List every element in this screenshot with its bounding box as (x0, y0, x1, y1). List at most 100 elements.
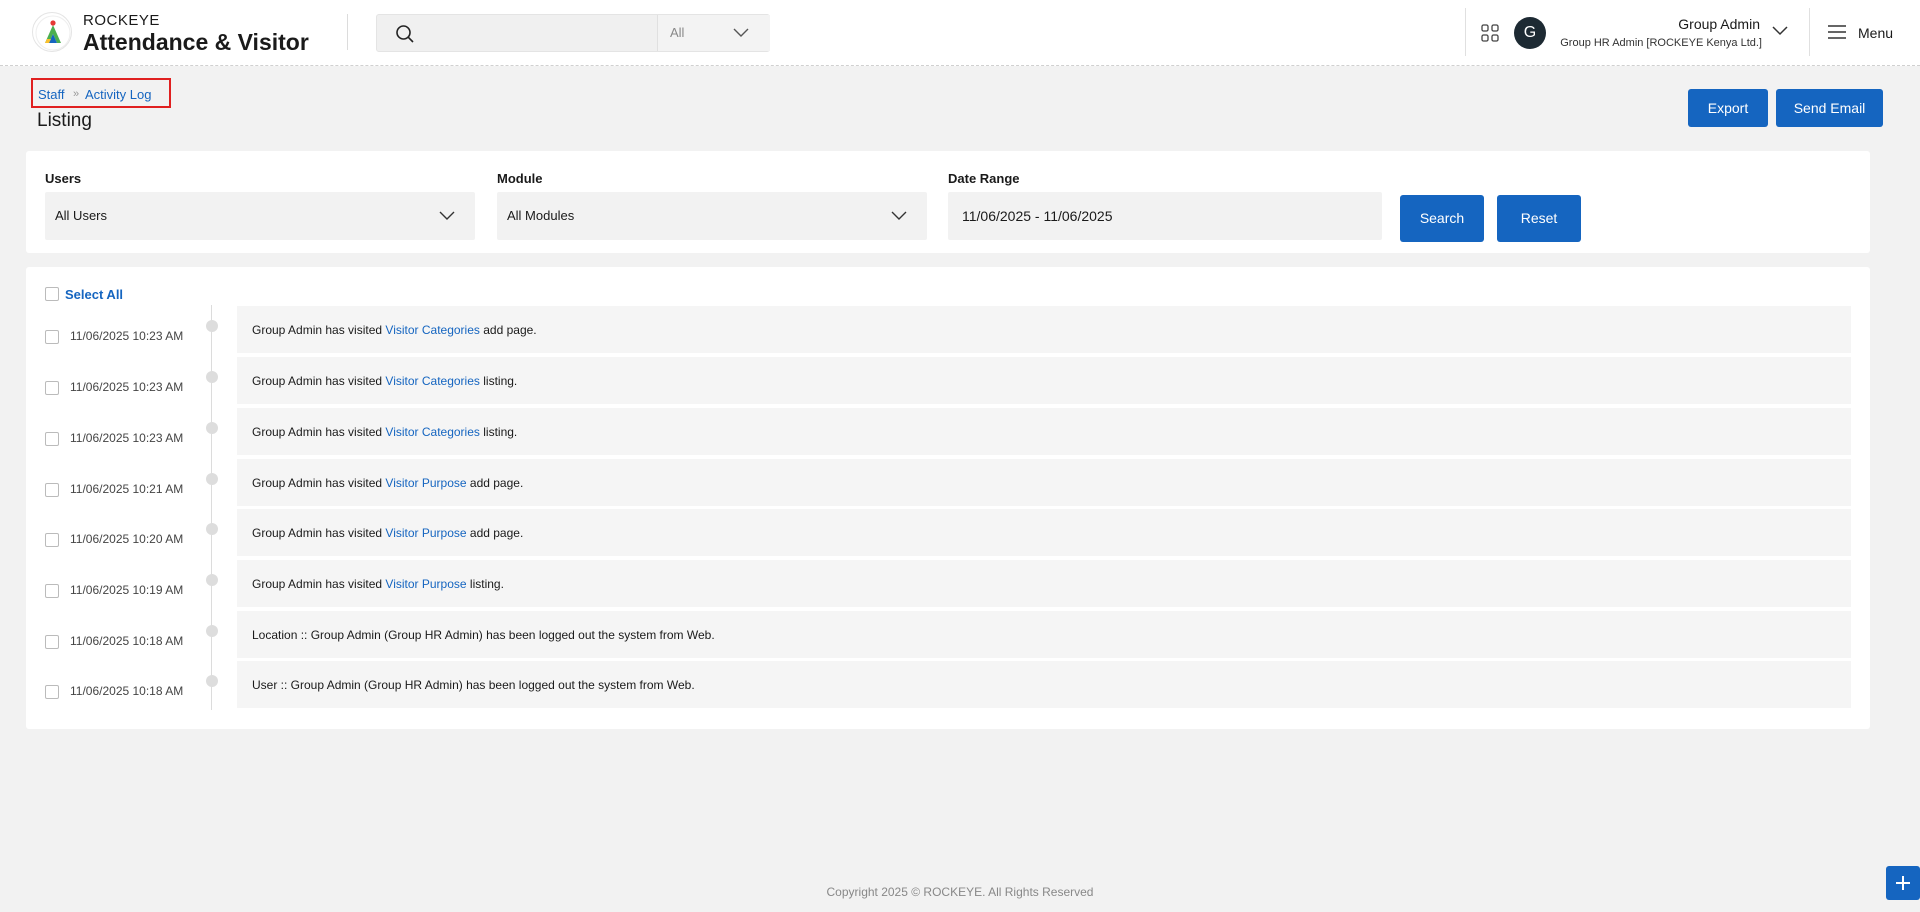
log-entry-link[interactable]: Visitor Purpose (385, 577, 466, 591)
chevron-down-icon[interactable] (1772, 26, 1788, 36)
user-avatar[interactable]: G (1514, 17, 1546, 49)
breadcrumb-item-activity-log[interactable]: Activity Log (85, 87, 151, 102)
log-entry-time: 11/06/2025 10:21 AM (70, 482, 184, 496)
activity-log-panel: Select All 11/06/2025 10:23 AM Group Admi… (26, 267, 1870, 729)
search-icon[interactable] (395, 24, 415, 44)
log-entry-checkbox[interactable] (45, 381, 59, 395)
log-entry-time: 11/06/2025 10:18 AM (70, 634, 184, 648)
date-range-label: Date Range (948, 171, 1020, 186)
log-entry: 11/06/2025 10:18 AM User :: Group Admin (… (26, 661, 1870, 710)
log-entry: 11/06/2025 10:20 AM Group Admin has visit… (26, 509, 1870, 558)
log-entry-message: Group Admin has visited Visitor Purpose … (237, 509, 1851, 556)
log-entry-checkbox[interactable] (45, 584, 59, 598)
log-entry-message: Location :: Group Admin (Group HR Admin)… (237, 611, 1851, 658)
timeline-dot (206, 523, 218, 535)
log-entry-text-prefix: Group Admin has visited (252, 526, 386, 540)
user-name[interactable]: Group Admin (1678, 16, 1760, 32)
breadcrumb-item-staff[interactable]: Staff (38, 87, 65, 102)
menu-label: Menu (1858, 25, 1894, 41)
log-entry: 11/06/2025 10:18 AM Location :: Group Adm… (26, 611, 1870, 660)
log-entry-time: 11/06/2025 10:23 AM (70, 380, 184, 394)
footer-copyright: Copyright 2025 © ROCKEYE. All Rights Res… (826, 885, 1094, 899)
timeline-dot (206, 422, 218, 434)
log-entry-text-suffix: add page. (479, 323, 537, 337)
users-select-value: All Users (55, 208, 108, 223)
timeline-dot (206, 473, 218, 485)
log-entry-text-suffix: listing. (479, 425, 518, 439)
module-select[interactable]: All Modules (497, 192, 927, 240)
global-search: All (376, 14, 770, 52)
log-entry-time: 11/06/2025 10:18 AM (70, 684, 184, 698)
send-email-button[interactable]: Send Email (1776, 89, 1883, 127)
log-entry-checkbox[interactable] (45, 432, 59, 446)
module-filter-label: Module (497, 171, 543, 186)
apps-grid-icon[interactable] (1481, 24, 1499, 42)
log-entry-checkbox[interactable] (45, 330, 59, 344)
log-entry-text: Group Admin has visited Visitor Purpose … (252, 577, 504, 591)
log-entry-text: User :: Group Admin (Group HR Admin) has… (252, 678, 695, 692)
rockeye-logo[interactable] (32, 12, 72, 52)
log-entry-text-prefix: Group Admin has visited (252, 476, 386, 490)
date-range-value: 11/06/2025 - 11/06/2025 (962, 208, 1113, 224)
log-entry-message: Group Admin has visited Visitor Categori… (237, 306, 1851, 353)
search-scope-value: All (670, 25, 685, 40)
menu-button[interactable]: Menu (1828, 20, 1908, 46)
log-entry: 11/06/2025 10:23 AM Group Admin has visit… (26, 306, 1870, 355)
select-all-label[interactable]: Select All (65, 287, 123, 302)
log-entry-message: Group Admin has visited Visitor Purpose … (237, 459, 1851, 506)
search-button[interactable]: Search (1400, 195, 1484, 242)
log-entry-checkbox[interactable] (45, 533, 59, 547)
log-entry: 11/06/2025 10:21 AM Group Admin has visit… (26, 459, 1870, 508)
log-entry-text-prefix: Group Admin has visited (252, 577, 386, 591)
log-entry: 11/06/2025 10:23 AM Group Admin has visit… (26, 357, 1870, 406)
log-entry-text: Group Admin has visited Visitor Purpose … (252, 476, 523, 490)
chevron-down-icon (733, 28, 749, 37)
timeline-dot (206, 625, 218, 637)
search-input[interactable] (427, 19, 627, 47)
log-entry-link[interactable]: Visitor Categories (385, 374, 480, 388)
timeline-dot (206, 320, 218, 332)
chevron-down-icon (891, 211, 907, 220)
log-entry-checkbox[interactable] (45, 483, 59, 497)
log-entry-text-prefix: Group Admin has visited (252, 425, 386, 439)
export-button[interactable]: Export (1688, 89, 1768, 127)
search-scope-select[interactable]: All (657, 15, 770, 51)
log-entry-link[interactable]: Visitor Purpose (385, 476, 466, 490)
users-select[interactable]: All Users (45, 192, 475, 240)
page-title: Listing (37, 110, 92, 131)
brand-main-text: Attendance & Visitor (83, 29, 309, 55)
log-entry-text-prefix: Group Admin has visited (252, 323, 386, 337)
chevron-down-icon (439, 211, 455, 220)
log-entry-text: Group Admin has visited Visitor Categori… (252, 425, 517, 439)
header-divider (1809, 8, 1810, 56)
users-filter-label: Users (45, 171, 82, 186)
log-entry: 11/06/2025 10:19 AM Group Admin has visit… (26, 560, 1870, 609)
log-entry-message: Group Admin has visited Visitor Purpose … (237, 560, 1851, 607)
module-select-value: All Modules (507, 208, 575, 223)
log-entry-message: Group Admin has visited Visitor Categori… (237, 408, 1851, 455)
plus-icon (1896, 876, 1910, 890)
timeline-dot (206, 675, 218, 687)
filter-panel: Users All Users Module All Modules Date … (26, 151, 1870, 253)
breadcrumb: Staff » Activity Log (31, 78, 171, 108)
hamburger-icon (1828, 25, 1846, 39)
log-entry-link[interactable]: Visitor Categories (385, 323, 480, 337)
log-entry-text: Location :: Group Admin (Group HR Admin)… (252, 628, 715, 642)
log-entry-text: Group Admin has visited Visitor Categori… (252, 323, 537, 337)
timeline-dot (206, 574, 218, 586)
log-entry-text-suffix: listing. (479, 374, 518, 388)
log-entry-text-prefix: Group Admin has visited (252, 374, 386, 388)
log-entry-link[interactable]: Visitor Purpose (385, 526, 466, 540)
log-entry: 11/06/2025 10:23 AM Group Admin has visit… (26, 408, 1870, 457)
log-entry-checkbox[interactable] (45, 635, 59, 649)
select-all-checkbox[interactable] (45, 287, 59, 301)
timeline-dot (206, 371, 218, 383)
date-range-input[interactable]: 11/06/2025 - 11/06/2025 (948, 192, 1382, 240)
brand-title: ROCKEYE Attendance & Visitor (83, 12, 309, 55)
log-entry-text-suffix: listing. (466, 577, 504, 591)
add-button[interactable] (1886, 866, 1920, 900)
reset-button[interactable]: Reset (1497, 195, 1581, 242)
log-entry-link[interactable]: Visitor Categories (385, 425, 480, 439)
log-entry-checkbox[interactable] (45, 685, 59, 699)
header-divider (1465, 8, 1466, 56)
